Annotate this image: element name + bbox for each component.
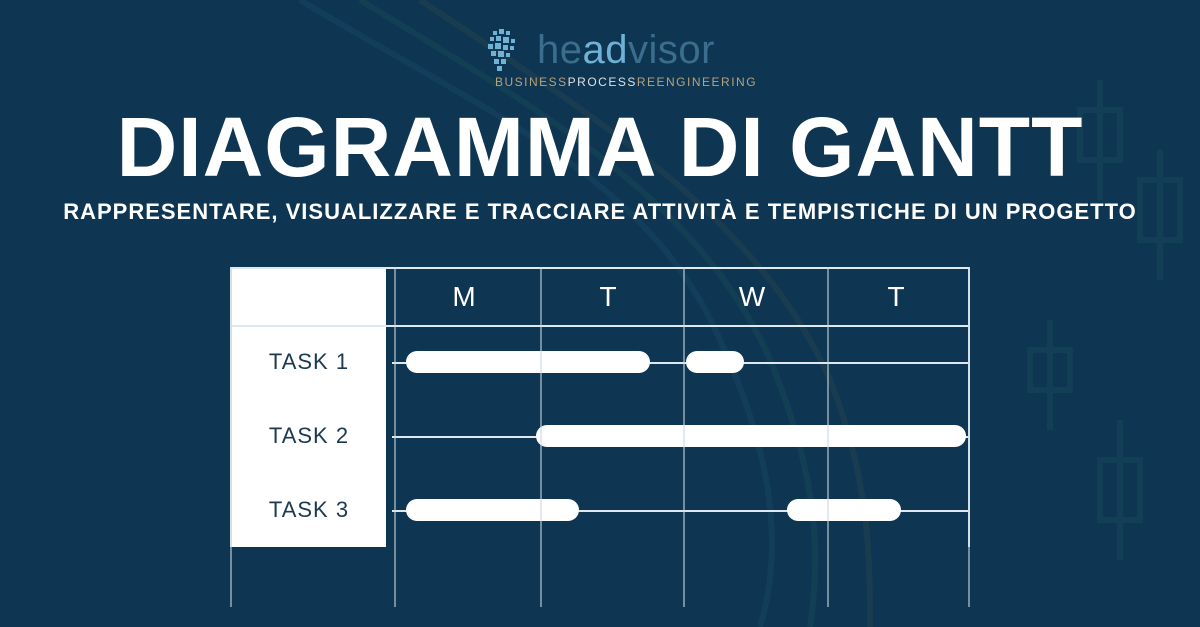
gridline-horizontal <box>232 325 968 327</box>
brand-logo: headvisor BUSINESSPROCESSREENGINEERING <box>443 28 757 89</box>
gantt-day-header: T <box>824 269 968 325</box>
head-icon <box>485 29 525 73</box>
gantt-bar <box>536 425 967 447</box>
gantt-row: TASK 1 <box>232 325 968 399</box>
gantt-day-header: M <box>392 269 536 325</box>
gantt-bar <box>406 499 578 521</box>
brand-tagline: BUSINESSPROCESSREENGINEERING <box>495 75 757 89</box>
gantt-task-label: TASK 3 <box>232 473 392 547</box>
gantt-task-label: TASK 1 <box>232 325 392 399</box>
gantt-lane <box>392 325 968 399</box>
gantt-lane <box>392 473 968 547</box>
page-title: DIAGRAMMA DI GANTT <box>117 105 1084 189</box>
gantt-row: TASK 3 <box>232 473 968 547</box>
page-subtitle: RAPPRESENTARE, VISUALIZZARE E TRACCIARE … <box>63 199 1137 225</box>
gantt-bar <box>686 351 743 373</box>
gantt-day-header: W <box>680 269 824 325</box>
gantt-day-header: T <box>536 269 680 325</box>
gantt-row: TASK 2 <box>232 399 968 473</box>
gantt-chart: MTWT TASK 1TASK 2TASK 3 <box>230 267 970 547</box>
gantt-task-label: TASK 2 <box>232 399 392 473</box>
gantt-lane <box>392 399 968 473</box>
gantt-bar <box>787 499 902 521</box>
gantt-header-row: MTWT <box>232 269 968 325</box>
brand-wordmark: headvisor <box>537 28 715 73</box>
gantt-header-corner <box>232 269 392 325</box>
gantt-bar <box>406 351 650 373</box>
